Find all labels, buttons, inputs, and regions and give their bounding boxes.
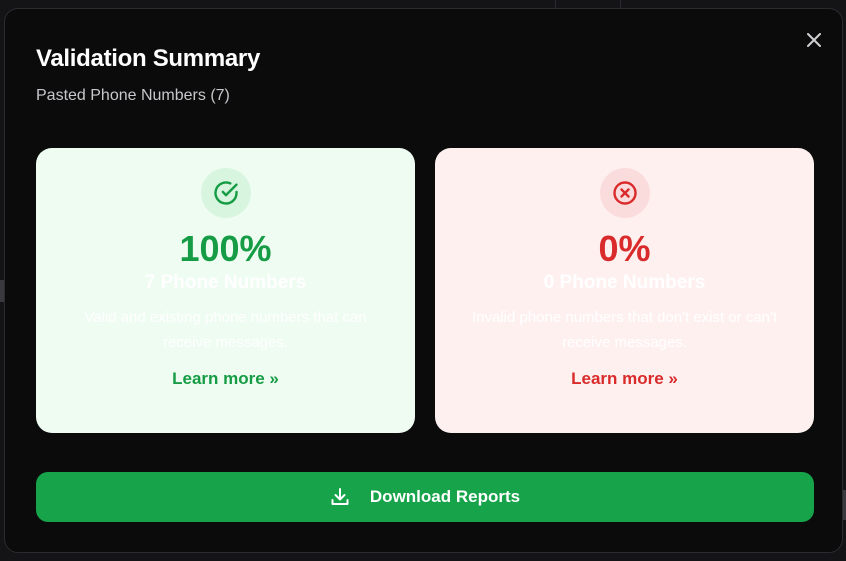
validation-summary-modal: Validation Summary Pasted Phone Numbers … (4, 8, 843, 553)
invalid-description: Invalid phone numbers that don't exist o… (471, 309, 778, 351)
valid-learn-more-link[interactable]: Learn more » (172, 369, 279, 389)
valid-icon-badge (200, 168, 251, 218)
valid-count: 7 Phone Numbers (144, 272, 307, 293)
invalid-icon-badge (599, 168, 650, 218)
download-reports-label: Download Reports (369, 487, 521, 506)
invalid-percentage: 0% (598, 228, 651, 269)
invalid-numbers-card: 0% 0 Phone Numbers Invalid phone numbers… (435, 148, 814, 433)
invalid-learn-more-link[interactable]: Learn more » (571, 369, 678, 389)
download-icon (330, 487, 350, 507)
background-divider (620, 0, 621, 8)
background-divider (555, 0, 556, 8)
modal-subtitle: Pasted Phone Numbers (7) (36, 87, 230, 104)
valid-numbers-card: 100% 7 Phone Numbers Valid and existing … (36, 148, 415, 433)
valid-percentage: 100% (179, 228, 272, 269)
close-icon (807, 33, 821, 47)
valid-description: Valid and existing phone numbers that ca… (84, 309, 367, 351)
check-circle-icon (213, 181, 238, 205)
close-button[interactable] (803, 29, 825, 51)
x-circle-icon (612, 181, 637, 205)
download-reports-button[interactable]: Download Reports (36, 472, 814, 522)
modal-title: Validation Summary (36, 45, 261, 72)
invalid-count: 0 Phone Numbers (543, 272, 706, 293)
